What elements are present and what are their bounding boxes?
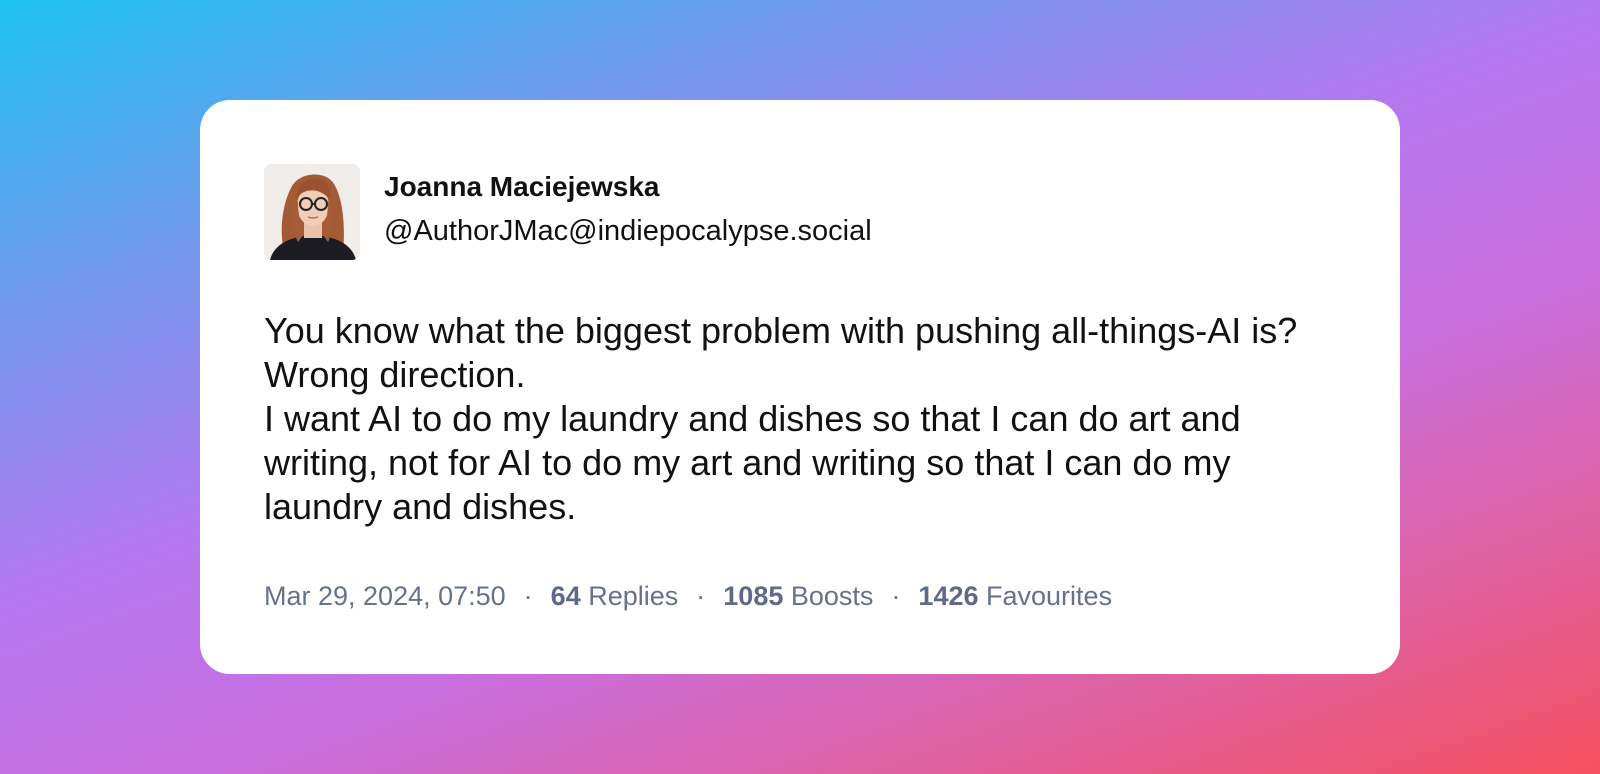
author-names: Joanna Maciejewska @AuthorJMac@indiepoca… xyxy=(384,170,872,249)
avatar-image xyxy=(264,164,360,260)
favourites-label: Favourites xyxy=(986,581,1113,611)
post-meta: Mar 29, 2024, 07:50 · 64 Replies · 1085 Boos… xyxy=(264,579,1336,613)
meta-separator: · xyxy=(696,581,706,611)
replies-count: 64 xyxy=(550,581,581,611)
author-display-name[interactable]: Joanna Maciejewska xyxy=(384,170,872,204)
replies-stat[interactable]: 64 Replies xyxy=(551,581,679,611)
boosts-stat[interactable]: 1085 Boosts xyxy=(723,581,873,611)
post-paragraph: You know what the biggest problem with p… xyxy=(264,310,1298,395)
author-handle[interactable]: @AuthorJMac@indiepocalypse.social xyxy=(384,213,872,249)
replies-label: Replies xyxy=(588,581,679,611)
post-content: You know what the biggest problem with p… xyxy=(264,309,1324,529)
favourites-stat[interactable]: 1426 Favourites xyxy=(918,581,1112,611)
meta-separator: · xyxy=(523,581,533,611)
post-paragraph: I want AI to do my laundry and dishes so… xyxy=(264,398,1241,527)
favourites-count: 1426 xyxy=(918,581,979,611)
avatar[interactable] xyxy=(264,164,360,260)
post-timestamp[interactable]: Mar 29, 2024, 07:50 xyxy=(264,581,506,611)
post-author: Joanna Maciejewska @AuthorJMac@indiepoca… xyxy=(264,164,1336,260)
boosts-label: Boosts xyxy=(790,581,874,611)
meta-separator: · xyxy=(891,581,901,611)
post-card: Joanna Maciejewska @AuthorJMac@indiepoca… xyxy=(200,100,1400,674)
boosts-count: 1085 xyxy=(723,581,784,611)
